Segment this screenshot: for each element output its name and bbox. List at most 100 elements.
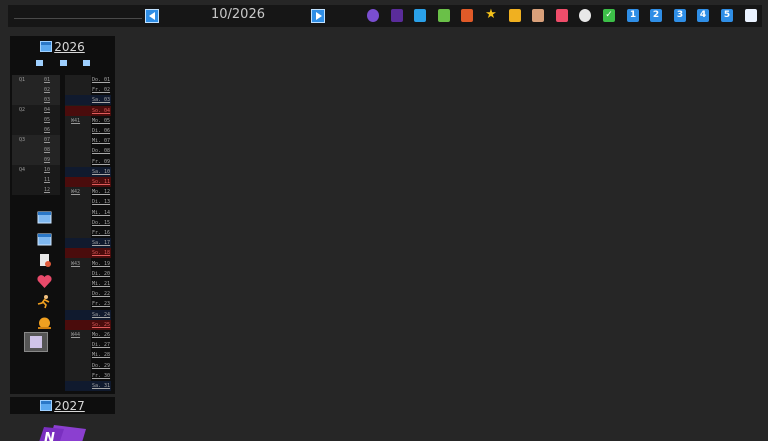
number-three-icon[interactable]: 3: [672, 8, 688, 24]
number-four-icon[interactable]: 4: [695, 8, 711, 24]
day-link[interactable]: Sa. 10: [65, 166, 111, 177]
month-link[interactable]: 10: [44, 165, 50, 175]
quarter-label[interactable]: Q1: [19, 75, 25, 85]
month-link[interactable]: 02: [44, 85, 50, 95]
star-icon-glyph: ★: [485, 7, 497, 22]
day-link[interactable]: Fr. 23: [65, 299, 111, 309]
notebook-blue-icon[interactable]: [412, 8, 428, 24]
clock-icon[interactable]: [577, 8, 593, 24]
previous-month-button[interactable]: [145, 9, 159, 23]
checkmark-icon[interactable]: ✓: [601, 8, 617, 24]
day-link[interactable]: Fr. 16: [65, 228, 111, 238]
heart-icon[interactable]: [36, 274, 53, 289]
day-link[interactable]: Sa. 31: [65, 381, 111, 391]
top-toolbar: 10/2026 ★ ✓ 1 2 3 4 5: [8, 5, 762, 27]
year-2026-link[interactable]: 2026: [10, 40, 115, 54]
day-link[interactable]: Sa. 17: [65, 238, 111, 249]
star-icon[interactable]: ★: [483, 8, 499, 24]
month-row: Q2 04: [12, 105, 60, 115]
bag-icon[interactable]: [554, 8, 570, 24]
day-link[interactable]: Do. 29: [65, 361, 111, 371]
house-icon[interactable]: [530, 8, 546, 24]
lock-icon[interactable]: [507, 8, 523, 24]
number-two-icon[interactable]: 2: [648, 8, 664, 24]
day-link[interactable]: Di. 27: [65, 340, 111, 350]
day-link[interactable]: Di. 06: [65, 126, 111, 136]
number-four-icon-glyph: 4: [699, 10, 707, 20]
window-icon[interactable]: [24, 332, 48, 352]
week-link[interactable]: W41: [71, 118, 80, 124]
number-five-icon[interactable]: 5: [719, 8, 735, 24]
month-link[interactable]: 08: [44, 145, 50, 155]
day-link[interactable]: Di. 20: [65, 269, 111, 279]
svg-text:N: N: [44, 431, 55, 441]
month-row: 09: [12, 155, 60, 165]
month-link[interactable]: 12: [44, 185, 50, 195]
year-panel-2026: 2026 Q1 01 02 03 Q2 04 05 06 Q3 07 08 09 Q4 10 11 12 Do…: [10, 36, 115, 394]
day-link[interactable]: Sa. 24: [65, 309, 111, 320]
day-link[interactable]: Do. 22: [65, 289, 111, 299]
month-link[interactable]: 01: [44, 75, 50, 85]
day-link[interactable]: So. 18: [65, 248, 111, 259]
book-open-icon[interactable]: [743, 8, 759, 24]
month-row: 05: [12, 115, 60, 125]
runner-icon[interactable]: [36, 294, 53, 309]
person-icon[interactable]: [365, 8, 381, 24]
notebook-green-icon[interactable]: [436, 8, 452, 24]
month-row: 11: [12, 175, 60, 185]
day-link[interactable]: Fr. 02: [65, 85, 111, 95]
day-link[interactable]: So. 25: [65, 319, 111, 330]
number-one-icon-glyph: 1: [629, 10, 637, 20]
year-2027-link[interactable]: 2027: [10, 399, 115, 413]
quarter-month-column: Q1 01 02 03 Q2 04 05 06 Q3 07 08 09 Q4 10 11 12: [12, 75, 60, 195]
sun-icon[interactable]: [36, 315, 53, 330]
number-three-icon-glyph: 3: [676, 10, 684, 20]
day-link[interactable]: Fr. 09: [65, 157, 111, 167]
calendar-icon: [40, 400, 53, 411]
month-link[interactable]: 03: [44, 95, 50, 105]
day-link[interactable]: Mi. 14: [65, 208, 111, 218]
day-link[interactable]: So. 04: [65, 105, 111, 116]
week-link[interactable]: W44: [71, 332, 80, 338]
current-period-label: 10/2026: [210, 7, 265, 22]
day-link[interactable]: Sa. 03: [65, 95, 111, 106]
mini-calendar-icon[interactable]: [60, 60, 67, 66]
year-panel-2027: 2027: [10, 397, 115, 414]
mini-calendar-icon[interactable]: [36, 60, 43, 66]
onenote-logo-icon[interactable]: N: [38, 423, 88, 441]
day-link[interactable]: So. 11: [65, 177, 111, 187]
day-link[interactable]: Di. 13: [65, 197, 111, 207]
quarter-label[interactable]: Q3: [19, 135, 25, 145]
day-link[interactable]: Do. 15: [65, 218, 111, 228]
day-link[interactable]: Do. 08: [65, 146, 111, 156]
month-link[interactable]: 07: [44, 135, 50, 145]
month-link[interactable]: 06: [44, 125, 50, 135]
day-link[interactable]: Mi. 21: [65, 279, 111, 289]
quarter-label[interactable]: Q2: [19, 105, 25, 115]
week-link[interactable]: W42: [71, 189, 80, 195]
month-link[interactable]: 11: [44, 175, 50, 185]
year-label: 2026: [54, 40, 85, 54]
day-link[interactable]: Mi. 07: [65, 136, 111, 146]
calendar-icon: [40, 41, 53, 52]
number-five-icon-glyph: 5: [723, 10, 731, 20]
month-row: 03: [12, 95, 60, 105]
day-link[interactable]: Do. 01: [65, 75, 111, 85]
day-link[interactable]: Fr. 30: [65, 371, 111, 381]
month-link[interactable]: 04: [44, 105, 50, 115]
number-one-icon[interactable]: 1: [625, 8, 641, 24]
mini-calendar-icon[interactable]: [83, 60, 90, 66]
quarter-label[interactable]: Q4: [19, 165, 25, 175]
calendar-icon[interactable]: [36, 210, 53, 225]
toolbar-separator: [14, 18, 142, 19]
next-month-button[interactable]: [311, 9, 325, 23]
month-row: Q3 07: [12, 135, 60, 145]
day-link[interactable]: Mi. 28: [65, 350, 111, 360]
week-link[interactable]: W43: [71, 261, 80, 267]
notebook-red-icon[interactable]: [459, 8, 475, 24]
month-link[interactable]: 09: [44, 155, 50, 165]
calendar-grid-icon[interactable]: [36, 232, 53, 247]
notebook-purple-icon[interactable]: [389, 8, 405, 24]
document-icon[interactable]: [36, 253, 53, 268]
month-link[interactable]: 05: [44, 115, 50, 125]
